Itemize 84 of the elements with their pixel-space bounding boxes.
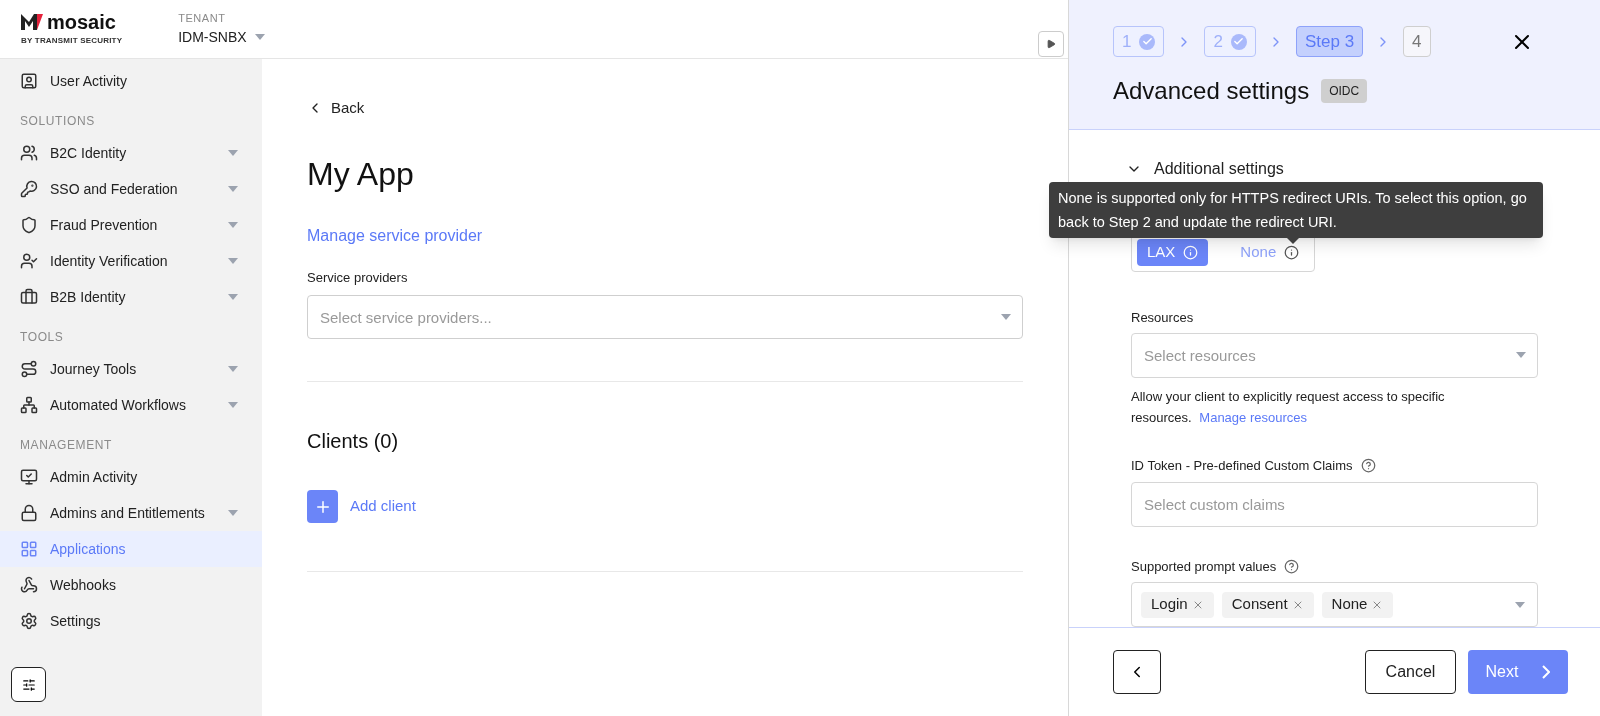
sidebar-item[interactable]: Settings — [0, 603, 262, 639]
filter-settings-button[interactable] — [11, 667, 46, 702]
sliders-icon — [21, 677, 36, 692]
prompt-tag: Login — [1141, 591, 1214, 618]
sidebar-item[interactable]: Webhooks — [0, 567, 262, 603]
caret-icon — [254, 34, 265, 41]
section-heading: SOLUTIONS — [19, 113, 96, 130]
key-icon — [20, 180, 38, 198]
step-indicator: 2 — [1204, 26, 1256, 57]
info-icon — [1284, 244, 1300, 260]
grid-icon — [20, 540, 38, 558]
user-card-icon — [20, 72, 38, 90]
sidebar-item[interactable]: Identity Verification — [0, 243, 262, 279]
network-icon — [20, 396, 38, 414]
add-client-button[interactable]: Add client — [307, 490, 416, 523]
caret-icon — [228, 510, 238, 516]
prompt-values-select[interactable]: Login Consent None — [1131, 582, 1538, 627]
service-providers-select[interactable]: Select service providers... — [307, 295, 1023, 339]
previous-button[interactable] — [1113, 650, 1161, 694]
user-check-icon — [20, 252, 38, 270]
sidebar-item[interactable]: Admins and Entitlements — [0, 495, 262, 531]
section-heading: MANAGEMENT — [19, 437, 113, 454]
caret-icon — [1516, 352, 1526, 358]
briefcase-icon — [20, 288, 38, 306]
caret-icon — [228, 150, 238, 156]
step-indicator: 4 — [1403, 26, 1431, 57]
caret-icon — [1515, 601, 1525, 608]
shield-icon — [20, 216, 38, 234]
check-icon — [1139, 33, 1156, 50]
field-label: ID Token - Pre-defined Custom Claims — [1131, 457, 1353, 475]
lock-icon — [20, 504, 38, 522]
step-indicator: 1 — [1113, 26, 1165, 57]
section-toggle[interactable]: Additional settings — [1126, 156, 1284, 181]
sidebar-item[interactable]: Automated Workflows — [0, 387, 262, 423]
section-heading: TOOLS — [19, 329, 65, 346]
field-label: Service providers — [307, 268, 408, 287]
custom-claims-select[interactable]: Select custom claims — [1131, 481, 1538, 527]
sidebar-item[interactable]: Admin Activity — [0, 459, 262, 495]
prompt-tag: Consent — [1221, 591, 1314, 618]
brand-tagline: BY TRANSMIT SECURITY — [21, 34, 123, 47]
route-icon — [20, 360, 38, 378]
clients-heading: Clients (0) — [307, 429, 400, 454]
webhook-icon — [20, 576, 38, 594]
tooltip-text: None is supported only for HTTPS redirect URIs. To select this option, go back to Step 2 and update the redirect URI. — [1058, 188, 1528, 232]
info-icon — [1183, 244, 1199, 260]
caret-icon — [228, 402, 238, 408]
sidebar-item[interactable]: B2C Identity — [0, 135, 262, 171]
field-label: Supported prompt values — [1131, 557, 1277, 576]
manage-service-provider-link[interactable]: Manage service provider — [307, 223, 483, 248]
caret-icon — [228, 186, 238, 192]
caret-icon — [228, 294, 238, 300]
tenant-label: TENANT — [178, 11, 227, 27]
settings-icon — [20, 612, 38, 630]
sidebar-item[interactable]: User Activity — [0, 63, 262, 99]
check-icon — [1230, 33, 1247, 50]
collapse-panel-button[interactable] — [1038, 31, 1064, 57]
brand-name: mosaic — [47, 11, 116, 32]
help-icon — [1284, 558, 1300, 574]
caret-icon — [228, 222, 238, 228]
sidebar-item[interactable]: Fraud Prevention — [0, 207, 262, 243]
resources-select[interactable]: Select resources — [1131, 333, 1538, 378]
help-text: Allow your client to explicitly request access to specific resources. Manage resources — [1131, 388, 1446, 427]
caret-icon — [1001, 314, 1011, 320]
page-title: My App — [307, 154, 415, 194]
chevron-right-icon — [1542, 665, 1551, 679]
sidebar-item[interactable]: Journey Tools — [0, 351, 262, 387]
prompt-tag: None — [1321, 591, 1394, 618]
panel-title: Advanced settings — [1113, 76, 1310, 106]
sidebar-item[interactable]: B2B Identity — [0, 279, 262, 315]
back-link[interactable]: Back — [307, 97, 365, 120]
logo-icon — [21, 13, 43, 30]
caret-icon — [228, 366, 238, 372]
play-icon — [1046, 39, 1056, 49]
cancel-button[interactable]: Cancel — [1365, 650, 1456, 694]
step-indicator: Step 3 — [1295, 26, 1364, 57]
help-icon — [1360, 458, 1376, 474]
sidebar-item[interactable]: SSO and Federation — [0, 171, 262, 207]
caret-icon — [228, 258, 238, 264]
manage-resources-link[interactable]: Manage resources — [1199, 410, 1307, 425]
people-icon — [20, 144, 38, 162]
protocol-badge: OIDC — [1321, 79, 1368, 103]
tenant-selector[interactable]: IDM-SNBX — [178, 26, 265, 48]
field-label: Resources — [1131, 308, 1195, 327]
monitor-icon — [20, 468, 38, 486]
